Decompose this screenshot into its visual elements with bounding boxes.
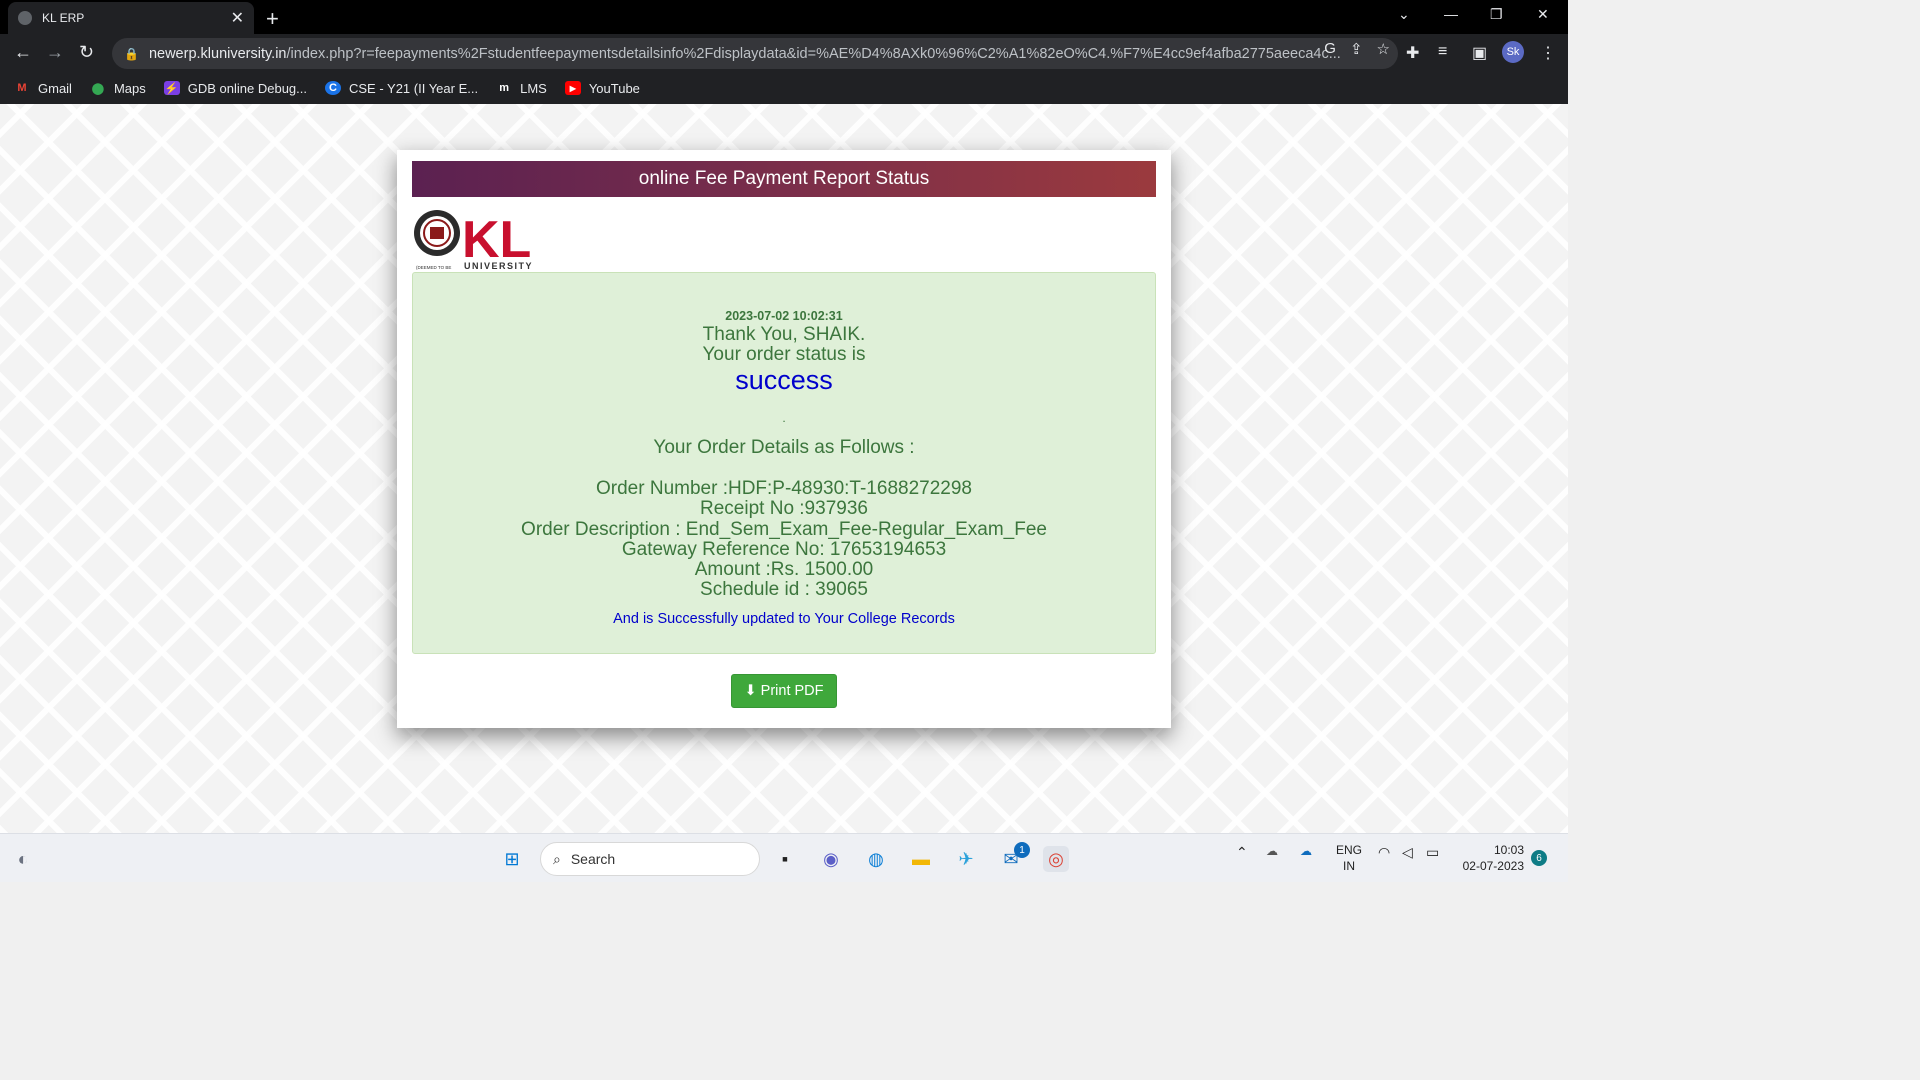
bookmark-label: Gmail xyxy=(38,80,72,96)
minimize-icon[interactable]: — xyxy=(1444,6,1458,22)
extensions-icon[interactable]: ✚ xyxy=(1406,43,1419,63)
bookmark-cse[interactable]: C CSE - Y21 (II Year E... xyxy=(324,80,479,96)
bookmark-label: GDB online Debug... xyxy=(187,80,307,96)
lock-icon[interactable]: 🔒 xyxy=(124,47,139,61)
page-background: online Fee Payment Report Status KL (DEE… xyxy=(0,104,1568,833)
gear-emblem-icon xyxy=(414,210,460,256)
bookmark-label: CSE - Y21 (II Year E... xyxy=(348,80,479,96)
system-clock[interactable]: 10:03 02-07-2023 xyxy=(1458,842,1524,874)
google-lens-icon[interactable]: G xyxy=(1324,40,1336,58)
details-heading: Your Order Details as Follows : xyxy=(653,437,915,458)
chrome-icon[interactable]: ◎ xyxy=(1043,846,1069,872)
gmail-icon: M xyxy=(17,82,27,94)
reload-icon[interactable]: ↻ xyxy=(79,42,94,63)
notification-badge[interactable]: 6 xyxy=(1531,850,1547,866)
side-panel-icon[interactable]: ▣ xyxy=(1472,43,1487,63)
bookmark-lms[interactable]: m LMS xyxy=(496,81,547,96)
omnibox-actions: G ⇪ ☆ xyxy=(1324,40,1390,58)
order-status: success xyxy=(735,365,833,395)
gdb-icon: ⚡ xyxy=(163,81,180,95)
bookmark-label: LMS xyxy=(520,80,547,96)
back-icon[interactable]: ← xyxy=(14,42,32,63)
new-tab-button[interactable]: + xyxy=(266,6,279,32)
lang-bottom: IN xyxy=(1343,859,1355,873)
kl-university-logo: KL (DEEMED TO BE UNIVERSITY xyxy=(414,210,533,271)
bookmark-gdb[interactable]: ⚡ GDB online Debug... xyxy=(163,80,307,96)
c-icon: C xyxy=(324,81,341,95)
bookmarks-bar: M Gmail ⬤ Maps ⚡ GDB online Debug... C C… xyxy=(0,72,1568,104)
taskbar-search[interactable]: ⌕ Search xyxy=(540,842,760,876)
order-details: Order Number :HDF:P-48930:T-1688272298 R… xyxy=(413,478,1155,601)
clock-date: 02-07-2023 xyxy=(1462,859,1524,873)
download-icon: ⬇ xyxy=(744,683,757,699)
volume-icon[interactable]: ◁ xyxy=(1402,844,1413,861)
browser-tab[interactable]: KL ERP ✕ xyxy=(8,2,254,34)
clock-time: 10:03 xyxy=(1493,843,1524,857)
cloud-icon[interactable]: ☁ xyxy=(1266,844,1278,858)
svg-text:(DEEMED TO BE: (DEEMED TO BE xyxy=(416,265,451,270)
thanks-message: Thank You, SHAIK. Your order status is xyxy=(413,325,1155,365)
battery-icon[interactable]: ▭ xyxy=(1426,844,1439,861)
file-explorer-icon[interactable]: ▬ xyxy=(908,846,934,872)
search-icon: ⌕ xyxy=(553,850,561,867)
amount: Amount :Rs. 1500.00 xyxy=(694,559,874,581)
url-host: newerp.kluniversity.in xyxy=(148,45,287,62)
onedrive-icon[interactable]: ☁ xyxy=(1300,844,1312,858)
share-icon[interactable]: ⇪ xyxy=(1350,40,1363,58)
svg-text:UNIVERSITY: UNIVERSITY xyxy=(464,261,533,271)
separator-dot: . xyxy=(782,411,786,425)
print-pdf-button[interactable]: ⬇ Print PDF xyxy=(731,674,837,708)
edge-icon[interactable]: ◍ xyxy=(863,846,889,872)
teams-chat-icon[interactable]: ◉ xyxy=(818,846,844,872)
bookmark-star-icon[interactable]: ☆ xyxy=(1377,40,1390,58)
maps-icon: ⬤ xyxy=(91,82,105,95)
profile-avatar[interactable]: Sk xyxy=(1502,41,1524,63)
payment-report-card: online Fee Payment Report Status KL (DEE… xyxy=(397,150,1171,728)
lang-top: ENG xyxy=(1336,843,1363,857)
records-updated-note: And is Successfully updated to Your Coll… xyxy=(613,611,955,627)
youtube-icon: ▶ xyxy=(564,81,581,95)
start-icon[interactable]: ⊞ xyxy=(499,846,525,872)
task-view-icon[interactable]: ▪ xyxy=(772,846,798,872)
bookmark-label: Maps xyxy=(113,80,146,96)
order-description: Order Description : End_Sem_Exam_Fee-Reg… xyxy=(521,518,1047,540)
payment-timestamp: 2023-07-02 10:02:31 xyxy=(725,309,843,323)
hidden-icons-chevron-icon[interactable]: ⌃ xyxy=(1236,844,1248,861)
language-indicator[interactable]: ENG IN xyxy=(1336,842,1362,874)
mail-badge: 1 xyxy=(1014,842,1030,858)
search-placeholder: Search xyxy=(570,851,616,867)
tab-title: KL ERP xyxy=(42,11,85,25)
browser-tab-strip: KL ERP ✕ + ⌄ — ❐ ✕ xyxy=(0,0,1568,34)
report-header: online Fee Payment Report Status xyxy=(412,161,1156,197)
address-bar[interactable]: 🔒 newerp.kluniversity.in /index.php?r=fe… xyxy=(112,38,1398,69)
schedule-id: Schedule id : 39065 xyxy=(700,579,868,601)
order-number: Order Number :HDF:P-48930:T-1688272298 xyxy=(596,478,972,499)
bookmark-maps[interactable]: ⬤ Maps xyxy=(90,81,146,96)
lms-icon: m xyxy=(499,82,509,94)
windows-taskbar: ◐ ⊞ ⌕ Search ▪ ◉ ◍ ▬ ✈ ✉ 1 ◎ ⌃ ☁ ☁ ENG I… xyxy=(0,833,1568,882)
tab-search-icon[interactable]: ⌄ xyxy=(1398,6,1410,23)
wifi-icon[interactable]: ◠ xyxy=(1378,844,1390,861)
widgets-icon[interactable]: ◐ xyxy=(10,846,36,872)
forward-icon[interactable]: → xyxy=(46,42,64,63)
restore-icon[interactable]: ❐ xyxy=(1490,6,1503,23)
bookmark-label: YouTube xyxy=(588,80,640,96)
bookmark-gmail[interactable]: M Gmail xyxy=(14,81,72,96)
menu-icon[interactable]: ⋮ xyxy=(1540,43,1556,63)
thanks-line: Thank You, SHAIK. xyxy=(702,324,866,345)
gateway-reference: Gateway Reference No: 17653194653 xyxy=(621,538,947,560)
status-line: Your order status is xyxy=(702,344,866,365)
success-panel: 2023-07-02 10:02:31 Thank You, SHAIK. Yo… xyxy=(412,272,1156,654)
tab-close-icon[interactable]: ✕ xyxy=(231,8,244,28)
receipt-number: Receipt No :937936 xyxy=(700,498,868,520)
telegram-icon[interactable]: ✈ xyxy=(953,846,979,872)
url-path: /index.php?r=feepayments%2Fstudentfeepay… xyxy=(286,45,1341,62)
print-pdf-label: Print PDF xyxy=(760,683,824,699)
window-close-icon[interactable]: ✕ xyxy=(1537,6,1549,23)
browser-toolbar: ← → ↻ 🔒 newerp.kluniversity.in /index.ph… xyxy=(0,34,1568,72)
reading-list-icon[interactable]: ≡ xyxy=(1438,43,1447,61)
bookmark-youtube[interactable]: ▶ YouTube xyxy=(564,80,640,96)
tab-favicon-icon xyxy=(18,11,32,25)
